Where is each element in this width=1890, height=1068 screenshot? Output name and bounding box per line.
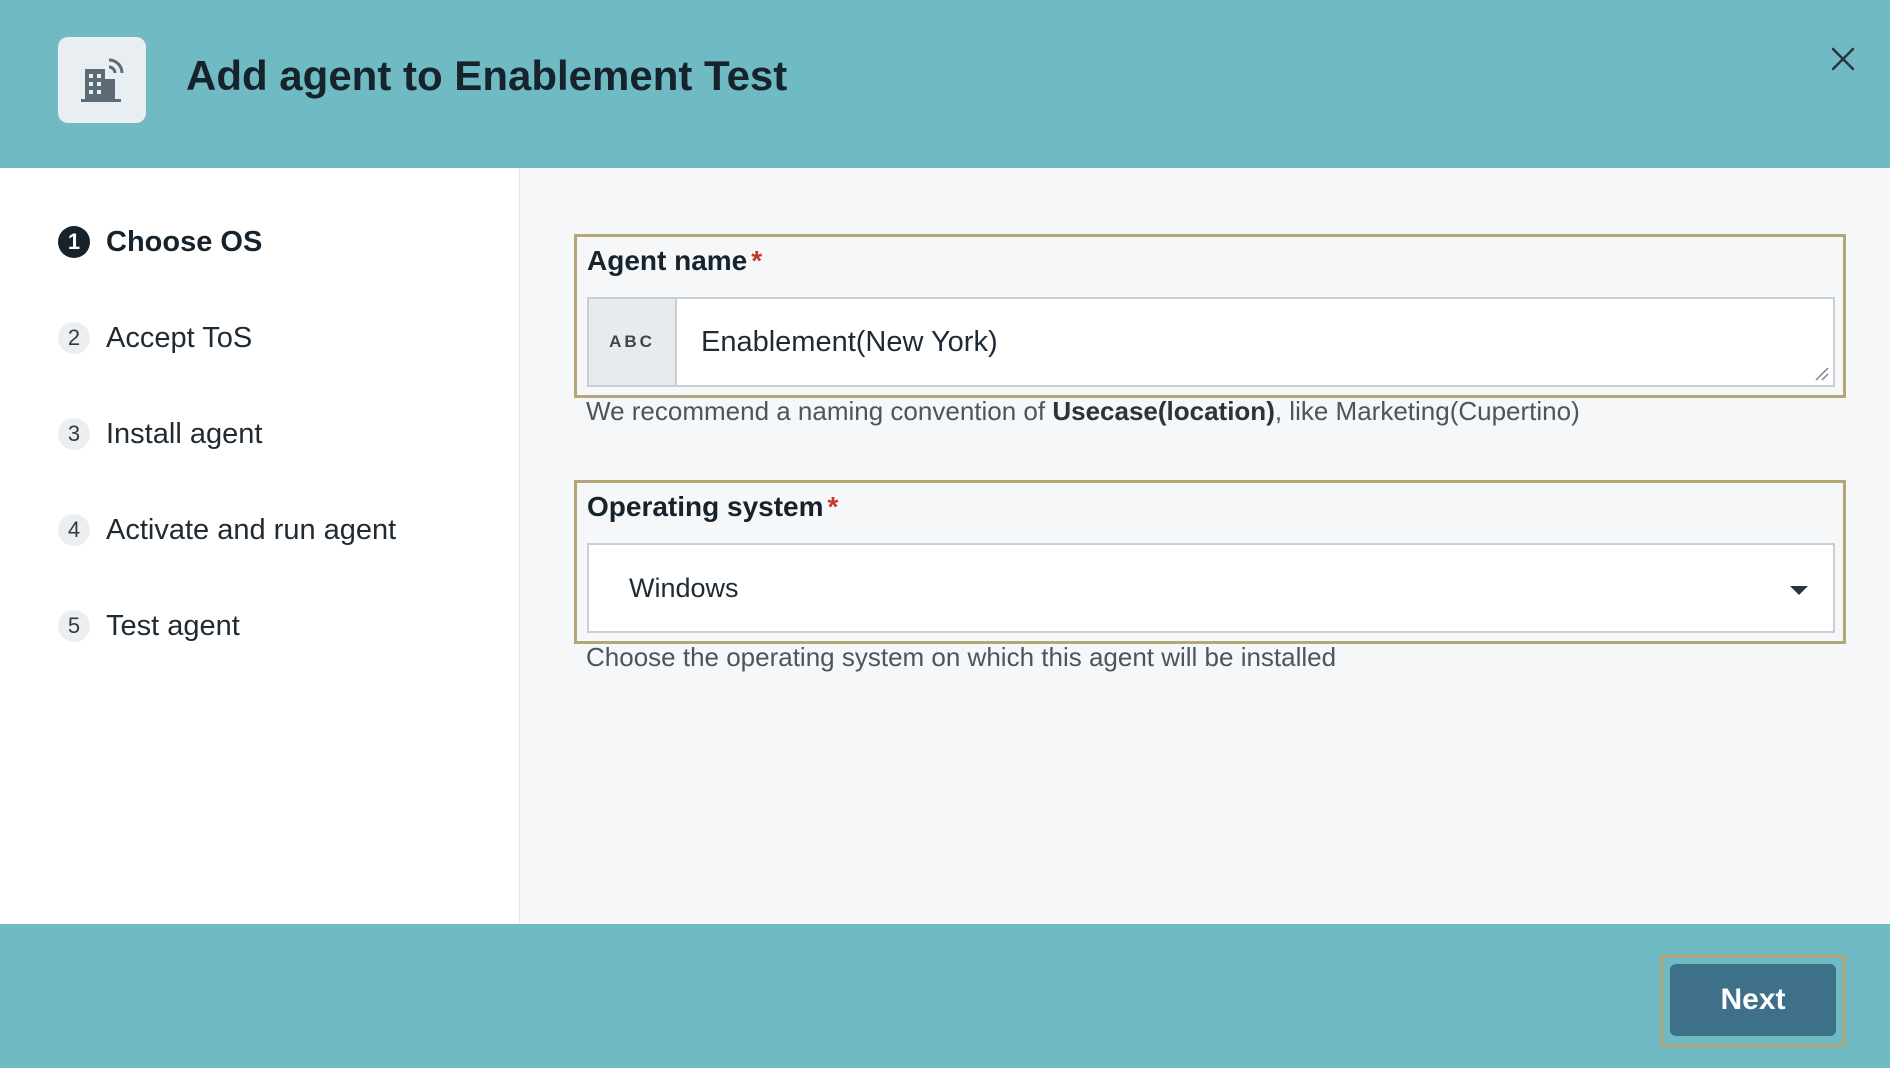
- step-test-agent[interactable]: 5 Test agent: [58, 606, 240, 646]
- agent-name-input-wrapper: ABC: [587, 297, 1835, 387]
- dialog-footer: Next: [0, 924, 1890, 1068]
- step-number: 1: [58, 226, 90, 258]
- step-label: Test agent: [106, 609, 240, 642]
- next-button[interactable]: Next: [1670, 964, 1836, 1036]
- step-number: 5: [58, 610, 90, 642]
- step-label: Choose OS: [106, 225, 263, 258]
- hint-prefix: We recommend a naming convention of: [586, 396, 1053, 426]
- step-number: 2: [58, 322, 90, 354]
- dialog-title: Add agent to Enablement Test: [186, 52, 788, 99]
- agent-name-label: Agent name *: [587, 245, 762, 277]
- step-label: Activate and run agent: [106, 513, 397, 546]
- step-accept-tos[interactable]: 2 Accept ToS: [58, 318, 252, 358]
- close-icon: [1831, 47, 1855, 71]
- required-marker: *: [827, 491, 839, 522]
- agent-name-label-text: Agent name: [587, 245, 748, 276]
- resize-handle-icon[interactable]: [1811, 363, 1829, 381]
- operating-system-hint: Choose the operating system on which thi…: [586, 642, 1337, 672]
- step-label: Accept ToS: [106, 321, 253, 354]
- agent-name-hint: We recommend a naming convention of Usec…: [586, 396, 1580, 427]
- dialog-header: Add agent to Enablement Test: [0, 0, 1890, 168]
- operating-system-field: Operating system * Windows: [574, 480, 1846, 644]
- hint-bold: Usecase(location): [1052, 396, 1275, 426]
- agent-name-input[interactable]: [677, 299, 1833, 385]
- step-activate-run-agent[interactable]: 4 Activate and run agent: [58, 510, 396, 550]
- hint-suffix: , like Marketing(Cupertino): [1274, 396, 1580, 426]
- close-button[interactable]: [1826, 42, 1860, 76]
- operating-system-label: Operating system *: [587, 491, 838, 523]
- step-label: Install agent: [106, 417, 263, 450]
- text-type-badge: ABC: [589, 299, 677, 385]
- stepper-sidebar: 1 Choose OS 2 Accept ToS 3 Install agent…: [0, 168, 520, 924]
- operating-system-label-text: Operating system: [587, 491, 824, 522]
- operating-system-selected: Windows: [629, 572, 739, 603]
- building-antenna-icon: [58, 37, 146, 123]
- agent-name-field: Agent name * ABC: [574, 234, 1846, 398]
- form-panel: Agent name* ABC We recommend a naming co…: [520, 168, 1890, 924]
- chevron-down-icon: [1790, 586, 1808, 595]
- step-number: 4: [58, 514, 90, 546]
- step-number: 3: [58, 418, 90, 450]
- operating-system-select[interactable]: Windows: [587, 543, 1835, 633]
- step-choose-os[interactable]: 1 Choose OS: [58, 222, 262, 262]
- required-marker: *: [751, 245, 763, 276]
- step-install-agent[interactable]: 3 Install agent: [58, 414, 262, 454]
